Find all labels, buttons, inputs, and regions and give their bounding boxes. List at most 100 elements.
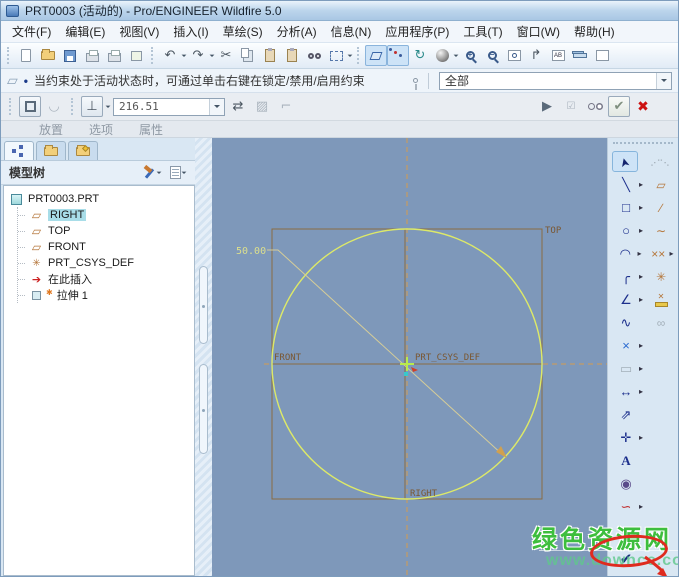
datum-display-toggle[interactable] [387, 45, 409, 66]
layers-button[interactable] [569, 45, 591, 66]
print-setup-button[interactable] [103, 45, 125, 66]
paste-button[interactable] [259, 45, 281, 66]
use-edge-tool-button[interactable]: ▭ [613, 362, 639, 375]
spline-tool-button[interactable]: ∿ [613, 316, 639, 329]
sketcher-display-toggle[interactable] [365, 45, 387, 66]
depth-dropdown-icon[interactable] [106, 106, 111, 111]
surface-extrude-button[interactable]: ◡ [43, 96, 65, 117]
label-right[interactable]: RIGHT [410, 489, 438, 499]
menu-insert[interactable]: 插入(I) [166, 21, 215, 42]
sketch-point-flyout-icon[interactable]: ▸ [639, 341, 648, 350]
sash-handle[interactable] [199, 266, 208, 344]
filter-combobox[interactable]: 全部 [439, 72, 672, 90]
email-button[interactable] [125, 45, 147, 66]
shading-mode-button[interactable] [431, 45, 453, 66]
select-tool-button[interactable]: ➤ [612, 151, 638, 172]
sketch-canvas[interactable]: 50.00 TOP FRONT RIGHT PRT_CSYS_DEF [212, 138, 607, 576]
tab-favorites[interactable] [68, 141, 98, 160]
circle-flyout-icon[interactable]: ▸ [639, 226, 648, 235]
thicken-button[interactable]: ⌐ [275, 96, 297, 117]
panel-sash[interactable] [195, 138, 212, 576]
saved-views-button[interactable]: AB [547, 45, 569, 66]
tab-properties[interactable]: 属性 [139, 121, 163, 138]
reorient-button[interactable]: ↱ [525, 45, 547, 66]
undo-dropdown-icon[interactable] [182, 55, 187, 60]
tree-filters-dropdown-icon[interactable] [157, 172, 162, 177]
tab-folder-browser[interactable] [36, 141, 66, 160]
chamfer-flyout-icon[interactable]: ▸ [639, 295, 648, 304]
spin-center-toggle[interactable]: ↻ [409, 45, 431, 66]
sash-handle[interactable] [199, 364, 208, 454]
dotted-spline-tool-button[interactable]: ⡠⠒⢄ [648, 157, 672, 166]
feature-ok-button[interactable]: ✔ [608, 96, 630, 117]
tab-options[interactable]: 选项 [89, 121, 113, 138]
toolbar-grip[interactable] [357, 47, 361, 64]
tree-settings-dropdown-icon[interactable] [182, 172, 187, 177]
tree-item-front-plane[interactable]: ▱ FRONT [18, 239, 192, 255]
feature-cancel-button[interactable]: ✖ [632, 96, 654, 117]
trim-flyout-icon[interactable]: ▸ [639, 502, 648, 511]
menu-applications[interactable]: 应用程序(P) [378, 21, 456, 42]
line-flyout-icon[interactable]: ▸ [639, 180, 648, 189]
dashboard-grip[interactable] [71, 98, 75, 115]
fillet-tool-button[interactable]: ╭ [613, 270, 639, 283]
use-edge-flyout-icon[interactable]: ▸ [639, 364, 648, 373]
point-flyout-icon[interactable]: ▸ [670, 249, 678, 258]
dimension-flyout-icon[interactable]: ▸ [639, 387, 648, 396]
menu-help[interactable]: 帮助(H) [567, 21, 622, 42]
menu-info[interactable]: 信息(N) [324, 21, 379, 42]
text-tool-button[interactable]: A [613, 454, 639, 467]
modify-tool-button[interactable]: ⇗ [613, 408, 639, 421]
chain-tool-button[interactable]: ∞ [649, 317, 673, 329]
zoom-out-button[interactable]: − [481, 45, 503, 66]
trim-tool-button[interactable]: ∽ [613, 500, 639, 513]
print-button[interactable] [81, 45, 103, 66]
select-box-dropdown-icon[interactable] [348, 55, 353, 60]
solid-extrude-button[interactable] [19, 96, 41, 117]
point-tool-button[interactable]: ×× [647, 248, 670, 260]
constraint-flyout-icon[interactable]: ▸ [639, 433, 648, 442]
depth-option-button[interactable]: ⊥ [81, 96, 103, 117]
palette-tool-button[interactable]: ◉ [613, 477, 639, 490]
save-button[interactable] [59, 45, 81, 66]
label-top[interactable]: TOP [545, 226, 562, 236]
tree-item-part[interactable]: PRT0003.PRT [9, 191, 192, 207]
shading-dropdown-icon[interactable] [454, 55, 459, 60]
dimension-tool-button[interactable]: ↔ [613, 385, 639, 398]
menu-view[interactable]: 视图(V) [112, 21, 166, 42]
copy-button[interactable] [237, 45, 259, 66]
new-file-button[interactable] [15, 45, 37, 66]
depth-value-combobox[interactable]: 216.51 [113, 98, 225, 116]
label-csys[interactable]: PRT_CSYS_DEF [415, 353, 480, 363]
label-front[interactable]: FRONT [274, 353, 302, 363]
tab-model-tree[interactable] [4, 141, 34, 160]
constraint-tool-button[interactable]: ✛ [613, 431, 639, 444]
refit-button[interactable] [503, 45, 525, 66]
menu-window[interactable]: 窗口(W) [510, 21, 567, 42]
remove-material-button[interactable]: ▨ [251, 96, 273, 117]
view-manager-button[interactable] [591, 45, 613, 66]
preview-check-button[interactable]: ☑ [560, 96, 582, 117]
tree-filters-icon[interactable] [142, 166, 156, 180]
arc-tool-button[interactable]: ◠ [613, 247, 637, 260]
depth-value-dropdown[interactable] [209, 99, 224, 115]
menu-analysis[interactable]: 分析(A) [270, 21, 324, 42]
tree-item-right-plane[interactable]: ▱ RIGHT [18, 207, 192, 223]
tree-item-top-plane[interactable]: ▱ TOP [18, 223, 192, 239]
filter-dropdown[interactable] [656, 73, 671, 89]
undo-button[interactable]: ↶ [159, 45, 181, 66]
redo-dropdown-icon[interactable] [210, 55, 215, 60]
menu-sketch[interactable]: 草绘(S) [216, 21, 270, 42]
dashboard-grip[interactable] [9, 98, 13, 115]
flip-direction-button[interactable]: ⇄ [227, 96, 249, 117]
tab-placement[interactable]: 放置 [39, 121, 63, 138]
menu-tools[interactable]: 工具(T) [456, 21, 509, 42]
tree-item-extrude[interactable]: ✱ 拉伸 1 [18, 287, 192, 303]
tree-item-insert-here[interactable]: ➔ 在此插入 [18, 271, 192, 287]
menu-edit[interactable]: 编辑(E) [58, 21, 112, 42]
sketch-point-tool-button[interactable]: × [613, 339, 639, 352]
circle-tool-button[interactable]: ○ [613, 224, 639, 237]
csys-tool-button[interactable]: ✳ [649, 271, 673, 283]
toolbar-grip[interactable] [151, 47, 155, 64]
dimension-value[interactable]: 50.00 [236, 246, 266, 257]
